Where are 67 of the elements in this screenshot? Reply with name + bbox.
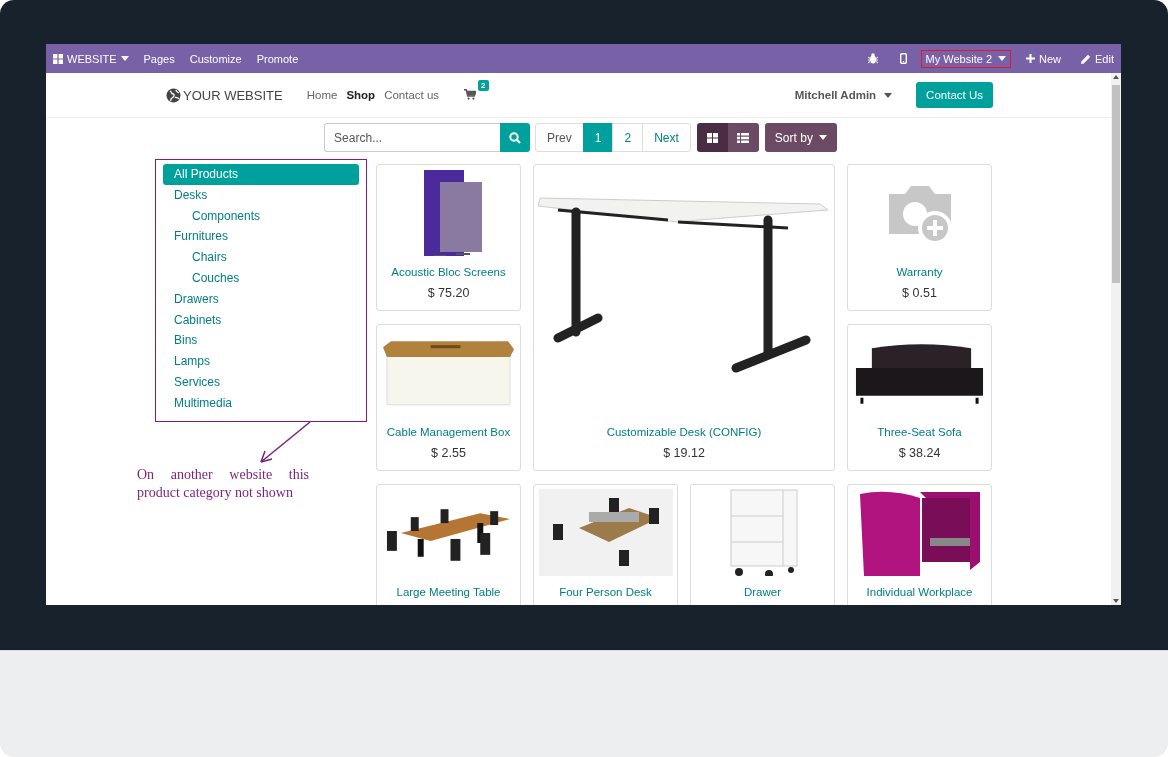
annotation-text: On another website this product category not shown (137, 466, 309, 502)
caret-icon (120, 56, 129, 61)
globe-icon (166, 87, 181, 103)
product-name[interactable]: Large Meeting Table (381, 584, 516, 600)
caret-icon (884, 92, 893, 98)
scrollbar[interactable] (1111, 73, 1121, 605)
search-button[interactable] (500, 123, 531, 152)
product-price: $ 75.20 (426, 285, 471, 302)
product-name[interactable]: Acoustic Bloc Screens (381, 264, 516, 280)
menu-item[interactable]: Customize (189, 52, 242, 65)
caret-icon (998, 56, 1006, 61)
contact-us-button[interactable]: Contact Us (916, 82, 993, 108)
product-name[interactable]: Three-Seat Sofa (852, 424, 987, 440)
category-link[interactable]: Cabinets (163, 309, 359, 331)
menu-item[interactable]: Pages (143, 52, 175, 65)
product-name[interactable]: Drawer (695, 584, 830, 600)
nav-link[interactable]: Home (306, 89, 338, 101)
scroll-down-icon[interactable] (1113, 599, 1119, 603)
mobile-phone-icon[interactable] (899, 53, 907, 64)
grid-icon (706, 132, 718, 143)
category-link[interactable]: All Products (163, 164, 359, 185)
category-link[interactable]: Furnitures (163, 226, 359, 248)
nav-link[interactable]: Shop (346, 89, 376, 101)
cart-count-badge: 2 (478, 79, 489, 91)
product-name[interactable]: Warranty (852, 264, 987, 280)
list-icon (737, 132, 750, 143)
scroll-up-icon[interactable] (1113, 75, 1119, 79)
search-field[interactable]: Search... (324, 123, 501, 152)
category-link[interactable]: Chairs (181, 247, 359, 268)
product-price: $ 2.55 (430, 445, 467, 462)
search-icon (509, 131, 522, 144)
plus-icon (1026, 54, 1035, 63)
edit-button[interactable]: Edit (1081, 52, 1114, 65)
pager-button[interactable]: 2 (612, 123, 644, 152)
category-link[interactable]: Couches (181, 268, 359, 289)
category-link[interactable]: Desks (163, 184, 359, 206)
product-photo[interactable] (538, 489, 673, 576)
sort-by-button[interactable]: Sort by (764, 123, 837, 152)
category-link[interactable]: Bins (163, 330, 359, 352)
nav-link[interactable]: Contact us (384, 89, 440, 101)
caret-icon (818, 135, 827, 140)
bug-icon[interactable] (867, 53, 878, 64)
category-link[interactable]: Multimedia (163, 392, 359, 414)
menu-item[interactable]: Promote (256, 52, 299, 65)
product-name[interactable]: Customizable Desk (CONFIG) (538, 424, 830, 440)
logo-text: YOUR WEBSITE (183, 87, 283, 103)
list-view-button[interactable] (727, 123, 759, 152)
cart-icon[interactable] (464, 88, 477, 100)
new-button[interactable]: New (1026, 52, 1062, 65)
product-name[interactable]: Individual Workplace (852, 584, 987, 600)
product-price: $ 38.24 (897, 445, 942, 462)
category-link[interactable]: Components (181, 205, 359, 227)
category-link[interactable]: Services (163, 371, 359, 393)
product-price: $ 0.51 (901, 285, 938, 302)
website-menu[interactable]: WEBSITE (53, 52, 129, 65)
user-menu[interactable]: Mitchell Admin (794, 89, 893, 101)
product-name[interactable]: Four Person Desk (538, 584, 673, 600)
category-link[interactable]: Lamps (163, 351, 359, 372)
grid-view-button[interactable] (696, 123, 728, 152)
pager-button[interactable]: Next (642, 123, 691, 152)
category-link[interactable]: Drawers (163, 288, 359, 310)
website-switcher[interactable]: My Website 2 (920, 49, 1011, 68)
product-name[interactable]: Cable Management Box (381, 424, 516, 440)
grid-icon (53, 53, 63, 64)
product-price: $ 19.12 (662, 445, 706, 462)
pencil-icon (1081, 53, 1092, 64)
pager-button[interactable]: Prev (535, 123, 584, 152)
